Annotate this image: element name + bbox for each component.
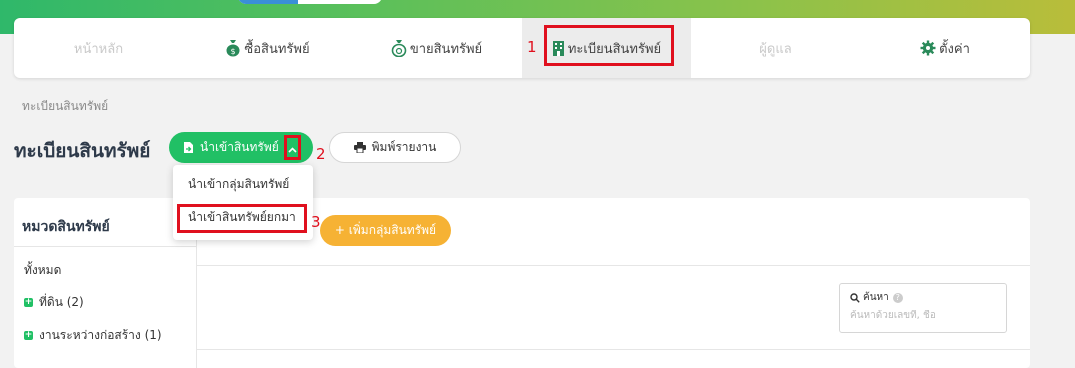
sidebar-item-construction[interactable]: + งานระหว่างก่อสร้าง (1) bbox=[24, 326, 162, 345]
menu-item-import-asset-group[interactable]: นำเข้ากลุ่มสินทรัพย์ bbox=[188, 175, 289, 194]
search-box: ค้นหา ? bbox=[839, 283, 1007, 333]
sidebar-item-label: งานระหว่างก่อสร้าง (1) bbox=[39, 328, 162, 342]
search-icon bbox=[850, 292, 860, 303]
print-report-button[interactable]: พิมพ์รายงาน bbox=[329, 132, 461, 163]
plus-icon[interactable]: + bbox=[24, 298, 33, 307]
header-toggle[interactable] bbox=[238, 0, 382, 4]
sidebar-header: หมวดสินทรัพย์ bbox=[22, 219, 110, 235]
annotation-box-1 bbox=[544, 25, 674, 66]
nav-item-label: ตั้งค่า bbox=[939, 41, 970, 57]
search-input[interactable] bbox=[850, 310, 998, 321]
plus-icon[interactable]: + bbox=[24, 331, 33, 340]
divider bbox=[14, 246, 196, 247]
main-nav: หน้าหลัก $ ซื้อสินทรัพย์ ขายสินทรัพย์ ทะ… bbox=[14, 18, 1030, 78]
add-asset-group-button[interactable]: + เพิ่มกลุ่มสินทรัพย์ bbox=[320, 215, 451, 246]
annotation-number-3: 3 bbox=[311, 213, 321, 231]
nav-item-label: หน้าหลัก bbox=[73, 41, 124, 57]
nav-item-buy-assets[interactable]: $ ซื้อสินทรัพย์ bbox=[183, 18, 352, 78]
money-bag-icon: $ bbox=[225, 39, 241, 57]
file-import-icon bbox=[183, 141, 194, 154]
gear-icon bbox=[920, 40, 936, 56]
annotation-number-1: 1 bbox=[527, 38, 537, 56]
sidebar-item-land[interactable]: + ที่ดิน (2) bbox=[24, 293, 84, 312]
nav-item-sell-assets[interactable]: ขายสินทรัพย์ bbox=[352, 18, 521, 78]
sidebar-item-label: ที่ดิน (2) bbox=[39, 295, 84, 309]
print-report-label: พิมพ์รายงาน bbox=[371, 140, 437, 154]
annotation-number-2: 2 bbox=[316, 145, 326, 163]
import-assets-label: นำเข้าสินทรัพย์ bbox=[200, 140, 279, 154]
divider bbox=[196, 265, 1030, 266]
sidebar-item-label: ทั้งหมด bbox=[24, 263, 62, 277]
nav-item-home[interactable]: หน้าหลัก bbox=[14, 18, 183, 78]
search-label-text: ค้นหา bbox=[863, 292, 889, 303]
divider bbox=[196, 349, 1030, 350]
nav-item-admin[interactable]: ผู้ดูแล bbox=[691, 18, 860, 78]
import-dropdown-toggle[interactable] bbox=[284, 135, 301, 160]
breadcrumb[interactable]: ทะเบียนสินทรัพย์ bbox=[22, 97, 108, 116]
nav-item-label: ผู้ดูแล bbox=[759, 41, 792, 57]
printer-icon bbox=[353, 142, 366, 153]
sidebar-item-all[interactable]: ทั้งหมด bbox=[24, 261, 61, 280]
svg-text:$: $ bbox=[231, 47, 236, 56]
annotation-box-3 bbox=[177, 204, 307, 233]
money-bag-sell-icon bbox=[391, 39, 407, 57]
nav-item-label: ซื้อสินทรัพย์ bbox=[244, 41, 310, 57]
nav-item-settings[interactable]: ตั้งค่า bbox=[860, 18, 1030, 78]
nav-item-label: ขายสินทรัพย์ bbox=[409, 41, 483, 57]
help-icon[interactable]: ? bbox=[892, 292, 903, 303]
chevron-up-icon bbox=[288, 138, 297, 157]
search-label: ค้นหา ? bbox=[850, 290, 903, 305]
asset-category-sidebar: หมวดสินทรัพย์ ทั้งหมด + ที่ดิน (2) + งาน… bbox=[14, 198, 197, 368]
page-title: ทะเบียนสินทรัพย์ bbox=[14, 140, 151, 162]
